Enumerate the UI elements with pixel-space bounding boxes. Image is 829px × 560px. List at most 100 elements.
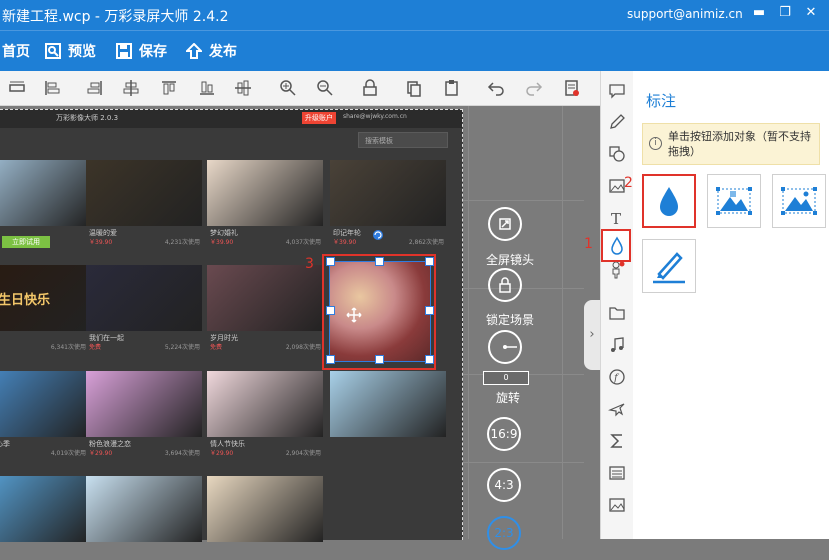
highlight-annotation-button[interactable]	[642, 239, 696, 293]
rotate-value-input[interactable]: 0	[483, 371, 529, 385]
shapes-icon[interactable]	[608, 145, 626, 163]
edit-toolbar	[0, 71, 600, 106]
align-center-icon[interactable]	[122, 79, 140, 97]
scene-upgrade-badge: 升级账户	[302, 112, 336, 124]
template-thumbnail[interactable]: 立即试用	[0, 160, 88, 248]
template-thumbnail[interactable]: 粉色浪漫之恋 ￥29.90 3,694次使用	[86, 371, 202, 457]
redo-icon[interactable]	[525, 79, 543, 97]
lock-icon[interactable]	[361, 79, 379, 97]
resize-handle[interactable]	[425, 257, 434, 266]
rotate-dial[interactable]	[488, 330, 522, 364]
list-icon[interactable]	[608, 464, 626, 482]
template-uses: 4,037次使用	[285, 239, 321, 246]
folder-icon[interactable]	[608, 304, 626, 322]
ratio-4-3-button[interactable]: 4:3	[487, 468, 521, 502]
template-price: 免费	[89, 344, 102, 351]
mountain-image-icon	[781, 187, 817, 215]
scene-email: share@wjwky.com.cn	[343, 113, 407, 120]
pencil-icon[interactable]	[608, 113, 626, 131]
hint-text: 单击按钮添加对象（暂不支持拖拽）	[668, 130, 811, 158]
guide-line	[468, 106, 469, 539]
template-thumbnail[interactable]: 我们在一起 免费 5,224次使用	[86, 265, 202, 351]
align-top-icon[interactable]	[160, 79, 178, 97]
guide-line	[462, 462, 584, 463]
character-icon[interactable]	[608, 261, 626, 279]
template-uses: 4,231次使用	[164, 239, 200, 246]
ratio-next-button[interactable]: 2:3	[487, 516, 521, 550]
menu-home-label: 首页	[2, 44, 30, 60]
template-thumbnail[interactable]	[330, 371, 446, 455]
resize-handle[interactable]	[326, 306, 335, 315]
zoom-in-icon[interactable]	[279, 79, 297, 97]
airplane-icon[interactable]	[608, 400, 626, 418]
align-distribute-icon[interactable]	[8, 79, 26, 97]
resize-handle[interactable]	[425, 355, 434, 364]
template-price: 免费	[210, 344, 223, 351]
sigma-icon[interactable]	[608, 432, 626, 450]
template-thumbnail[interactable]	[0, 476, 88, 560]
zoom-out-icon[interactable]	[316, 79, 334, 97]
copy-icon[interactable]	[405, 79, 423, 97]
blue-droplet-icon	[660, 187, 678, 216]
paste-icon[interactable]	[443, 79, 461, 97]
template-thumbnail[interactable]: 温暖的爱 ￥39.90 4,231次使用	[86, 160, 202, 246]
sidebar-item-annotation[interactable]	[601, 229, 631, 262]
resize-handle[interactable]	[326, 257, 335, 266]
menu-bar: 首页 预览 保存 发布	[0, 30, 829, 71]
try-now-button[interactable]: 立即试用	[2, 236, 50, 248]
align-left-icon[interactable]	[43, 79, 61, 97]
text-icon[interactable]: T	[608, 209, 626, 227]
template-thumbnail[interactable]: 岁月时光 免费 2,098次使用	[207, 265, 323, 351]
resize-handle[interactable]	[425, 306, 434, 315]
support-email[interactable]: support@animiz.cn	[627, 7, 743, 21]
droplet-icon	[611, 236, 623, 255]
undo-icon[interactable]	[487, 79, 505, 97]
template-price: ￥39.90	[210, 239, 234, 246]
template-thumbnail[interactable]: 6,341次使用 生日快乐	[0, 265, 88, 351]
chat-bubble-icon[interactable]	[608, 82, 626, 100]
resize-handle[interactable]	[375, 355, 384, 364]
image-annotation-button[interactable]	[772, 174, 826, 228]
template-thumbnail[interactable]: 梦幻婚礼 ￥39.90 4,037次使用	[207, 160, 323, 246]
selected-blur-object[interactable]	[329, 261, 431, 362]
lock-scene-button[interactable]	[488, 268, 522, 302]
minimize-icon[interactable]: ▬	[751, 5, 767, 21]
align-right-icon[interactable]	[86, 79, 104, 97]
scene-search-box: 搜索模板	[358, 132, 448, 148]
resize-handle[interactable]	[326, 355, 335, 364]
template-thumbnail[interactable]: 浪漫爱心季￥19.904,019次使用	[0, 371, 88, 457]
resize-handle[interactable]	[375, 257, 384, 266]
lock-icon	[499, 277, 511, 293]
template-preview-image	[330, 371, 446, 437]
restore-icon[interactable]: ❐	[777, 5, 793, 21]
scene-header: 万彩影像大师 2.0.3 升级账户 share@wjwky.com.cn	[0, 110, 462, 128]
template-price: ￥29.90	[89, 450, 113, 457]
formula-icon[interactable]: f	[608, 368, 626, 386]
template-thumbnail[interactable]: 印记年轮 ￥39.90 2,862次使用	[330, 160, 446, 246]
save-button[interactable]: 保存	[116, 40, 167, 62]
preview-button[interactable]: 预览	[45, 40, 96, 62]
ratio-16-9-button[interactable]: 16:9	[487, 417, 521, 451]
align-bottom-icon[interactable]	[198, 79, 216, 97]
blur-annotation-button[interactable]	[642, 174, 696, 228]
title-bar: 新建工程.wcp - 万彩录屏大师 2.4.2 support@animiz.c…	[0, 0, 829, 30]
mosaic-annotation-button[interactable]	[707, 174, 761, 228]
close-icon[interactable]: ✕	[803, 5, 819, 21]
align-middle-icon[interactable]	[234, 79, 252, 97]
template-thumbnail[interactable]	[207, 476, 323, 560]
preview-icon	[45, 43, 61, 59]
window-title: 新建工程.wcp - 万彩录屏大师 2.4.2	[2, 9, 229, 25]
document-icon[interactable]	[563, 79, 581, 97]
rotate-handle-icon[interactable]	[372, 229, 384, 241]
gallery-icon[interactable]	[608, 496, 626, 514]
template-thumbnail[interactable]: 情人节快乐 ￥29.90 2,904次使用	[207, 371, 323, 457]
template-thumbnail[interactable]	[86, 476, 202, 560]
home-button[interactable]: 首页	[2, 40, 30, 62]
info-icon: i	[649, 137, 662, 150]
svg-text:f: f	[613, 373, 620, 384]
collapse-panel-button[interactable]: ›	[584, 300, 600, 370]
fullscreen-camera-button[interactable]	[488, 207, 522, 241]
publish-button[interactable]: 发布	[186, 40, 237, 62]
music-icon[interactable]	[608, 336, 626, 354]
template-preview-image	[0, 160, 88, 226]
